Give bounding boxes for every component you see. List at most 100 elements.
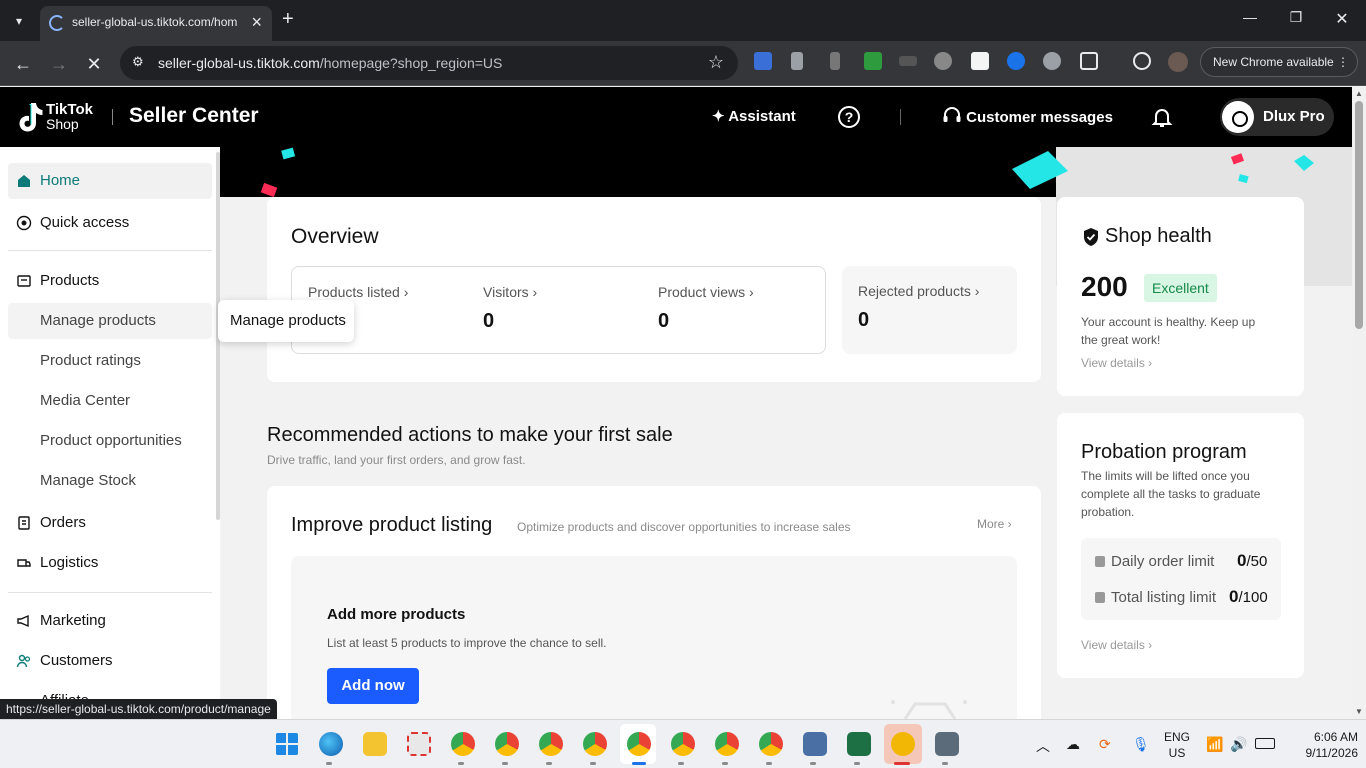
browser-tab-bar: ▾ seller-global-us.tiktok.com/hom × + — … [0, 0, 1366, 41]
shop-health-score: 200 [1081, 271, 1128, 302]
scroll-down-icon[interactable]: ▼ [1355, 707, 1363, 716]
shopping-illustration-icon [891, 700, 967, 719]
home-icon [18, 175, 30, 187]
stat-product-views[interactable]: Product views › 0 [658, 284, 754, 333]
sparkle-icon: ✦ [712, 108, 725, 125]
scrollbar-thumb[interactable] [1355, 101, 1363, 329]
scroll-up-icon[interactable]: ▲ [1355, 89, 1363, 98]
site-settings-icon[interactable]: ⚙ [132, 54, 144, 70]
customer-messages-button[interactable]: Customer messages [942, 107, 1113, 126]
sidebar-item-customers[interactable]: Customers [8, 643, 212, 679]
extension-icon[interactable] [1007, 52, 1025, 70]
edge-icon[interactable] [319, 732, 343, 756]
battery-icon[interactable] [1255, 738, 1275, 749]
tray-overflow-chevron-icon[interactable]: ︿ [1036, 736, 1050, 756]
microphone-icon[interactable]: 🎙 [1132, 736, 1150, 753]
total-listing-limit-label: Total listing limit [1095, 589, 1216, 606]
tab-close-icon[interactable]: × [251, 12, 262, 32]
wifi-icon[interactable]: 📶 [1206, 736, 1223, 753]
chrome-update-button[interactable]: New Chrome available ⋮ [1200, 47, 1358, 77]
sidebar-item-product-opportunities[interactable]: Product opportunities [8, 423, 212, 459]
sidebar-item-marketing[interactable]: Marketing [8, 603, 212, 639]
clock[interactable]: 6:06 AM 9/11/2026 [1288, 729, 1359, 761]
probation-view-details[interactable]: View details › [1081, 638, 1152, 652]
remote-desktop-icon[interactable] [803, 732, 827, 756]
extensions-puzzle-icon[interactable] [1080, 52, 1098, 70]
bookmark-star-icon[interactable]: ☆ [708, 52, 724, 73]
extension-icon[interactable] [830, 52, 840, 70]
limits-box: Daily order limit 0/50 Total listing lim… [1081, 538, 1281, 620]
forward-arrow-icon[interactable]: → [46, 51, 72, 77]
chrome-profile-icon[interactable] [715, 732, 739, 756]
back-arrow-icon[interactable]: ← [10, 51, 36, 77]
sidebar-item-manage-stock[interactable]: Manage Stock [8, 463, 212, 499]
sidebar-item-logistics[interactable]: Logistics [8, 545, 212, 581]
running-indicator [590, 762, 596, 765]
sidebar-item-manage-products[interactable]: Manage products [8, 303, 212, 339]
more-link[interactable]: More › [977, 517, 1012, 531]
chrome-profile-icon[interactable] [539, 732, 563, 756]
snipping-tool-icon[interactable] [407, 732, 431, 756]
headset-icon [943, 107, 961, 122]
chat-app-icon[interactable] [891, 732, 915, 756]
recommended-title: Recommended actions to make your first s… [267, 424, 673, 446]
sidebar-item-products[interactable]: Products [8, 263, 212, 299]
sidebar-item-media-center[interactable]: Media Center [8, 383, 212, 419]
page-scrollbar[interactable]: ▲ ▼ [1352, 87, 1366, 719]
windows-start-icon[interactable] [275, 732, 299, 756]
performance-icon[interactable] [1133, 52, 1151, 70]
add-now-button[interactable]: Add now [327, 668, 419, 704]
daily-order-limit-label: Daily order limit [1095, 553, 1214, 570]
chrome-profile-icon[interactable] [759, 732, 783, 756]
extension-icon[interactable] [971, 52, 989, 70]
window-close-icon[interactable]: ✕ [1322, 9, 1362, 29]
shop-health-title: Shop health [1105, 225, 1212, 247]
sidebar-item-quick-access[interactable]: Quick access [8, 205, 212, 241]
stat-rejected-products[interactable]: Rejected products › 0 [858, 283, 979, 332]
browser-toolbar: ← → ✕ ⚙ seller-global-us.tiktok.com/home… [0, 41, 1366, 86]
chrome-profile-icon[interactable] [671, 732, 695, 756]
notification-bell-icon[interactable] [1150, 105, 1174, 129]
shop-health-view-details[interactable]: View details › [1081, 356, 1152, 370]
extension-phone-icon[interactable] [791, 52, 803, 70]
tab-search-chevron-icon[interactable]: ▾ [8, 10, 30, 32]
browser-tab[interactable]: seller-global-us.tiktok.com/hom × [40, 6, 272, 41]
account-menu[interactable]: Dlux Pro [1220, 98, 1334, 136]
assistant-button[interactable]: ✦ Assistant [712, 107, 796, 125]
restore-icon[interactable]: ❐ [1276, 9, 1316, 26]
file-explorer-icon[interactable] [363, 732, 387, 756]
extension-globe-icon[interactable] [1043, 52, 1061, 70]
excel-icon[interactable] [847, 732, 871, 756]
sidebar-item-product-ratings[interactable]: Product ratings [8, 343, 212, 379]
stat-visitors[interactable]: Visitors › 0 [483, 284, 537, 333]
sidebar-item-home[interactable]: Home [8, 163, 212, 199]
sidebar-item-orders[interactable]: Orders [8, 505, 212, 541]
input-language[interactable]: ENG US [1162, 729, 1192, 761]
volume-icon[interactable]: 🔊 [1230, 736, 1247, 753]
chrome-active-icon[interactable] [627, 732, 651, 756]
extension-dots-icon[interactable] [899, 56, 917, 66]
calculator-icon[interactable] [935, 732, 959, 756]
stop-loading-icon[interactable]: ✕ [81, 51, 107, 77]
help-icon[interactable]: ? [838, 106, 860, 128]
new-tab-icon[interactable]: + [282, 8, 294, 30]
chrome-profile-icon[interactable] [583, 732, 607, 756]
tiktok-logo-icon[interactable] [16, 101, 44, 133]
profile-avatar[interactable] [1168, 52, 1188, 72]
sync-icon[interactable]: ⟳ [1099, 736, 1111, 753]
extension-icon[interactable] [754, 52, 772, 70]
extension-download-icon[interactable] [864, 52, 882, 70]
cloud-offline-icon[interactable]: ☁ [1066, 736, 1080, 753]
minimize-icon[interactable]: — [1230, 9, 1270, 25]
sidebar-divider [8, 250, 212, 251]
tooltip-manage-products: Manage products [218, 300, 354, 342]
logo-wordmark[interactable]: TikTok Shop [46, 102, 93, 131]
extension-icon[interactable] [934, 52, 952, 70]
address-bar[interactable]: ⚙ seller-global-us.tiktok.com/homepage?s… [120, 46, 738, 80]
chrome-profile-icon[interactable] [495, 732, 519, 756]
daily-order-limit-value: 0/50 [1237, 551, 1268, 570]
stat-products-listed[interactable]: Products listed › [308, 284, 408, 300]
more-vert-icon: ⋮ [1337, 55, 1349, 69]
chrome-profile-icon[interactable] [451, 732, 475, 756]
active-indicator [632, 762, 646, 765]
